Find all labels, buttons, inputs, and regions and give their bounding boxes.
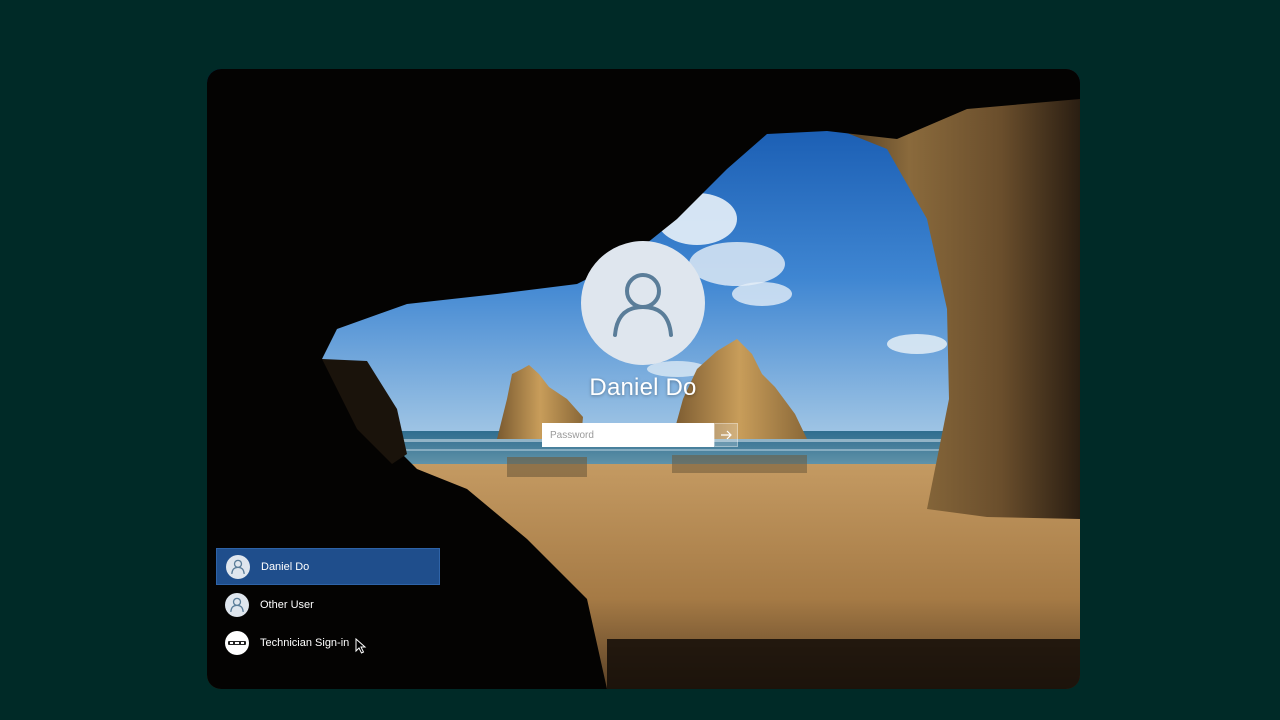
password-input[interactable] [542,423,714,447]
mouse-cursor-icon [355,638,367,654]
user-item-label: Other User [260,598,314,611]
lock-screen: Daniel Do Daniel Do Other User Technicia… [207,69,1080,689]
user-item-technician-sign-in[interactable]: Technician Sign-in [216,624,440,661]
user-item-other-user[interactable]: Other User [216,586,440,623]
username-display: Daniel Do [589,374,697,401]
user-switcher-list: Daniel Do Other User Technician Sign-in [216,548,440,662]
user-item-label: Technician Sign-in [260,636,350,649]
password-row [542,423,738,447]
arrow-right-icon [721,430,732,440]
user-item-daniel-do[interactable]: Daniel Do [216,548,440,585]
submit-button[interactable] [714,423,738,447]
technician-logo-icon [225,630,249,655]
user-icon [225,592,249,617]
user-avatar-large [581,241,705,365]
user-icon [613,273,673,337]
user-icon [226,554,250,579]
user-item-label: Daniel Do [261,560,310,573]
